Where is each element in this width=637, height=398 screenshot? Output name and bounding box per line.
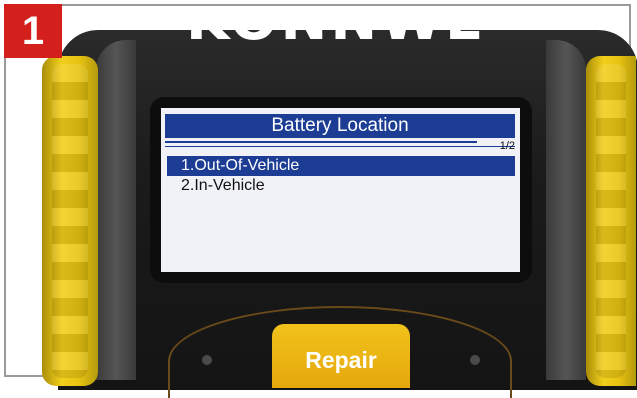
menu-item-in-vehicle[interactable]: 2.In-Vehicle — [167, 176, 515, 196]
menu-item-out-of-vehicle[interactable]: 1.Out-Of-Vehicle — [167, 156, 515, 176]
repair-button[interactable]: Repair — [272, 324, 410, 388]
title-divider — [165, 141, 477, 143]
page-indicator: 1/2 — [499, 140, 515, 152]
left-rubber-grip — [42, 56, 98, 386]
device-screen: Battery Location 1/2 1.Out-Of-Vehicle 2.… — [161, 108, 520, 272]
screen-title: Battery Location — [165, 114, 515, 138]
brand-logo: KONNWEI — [186, 14, 486, 48]
step-number-badge: 1 — [4, 4, 62, 58]
right-rubber-grip — [586, 56, 636, 386]
right-bezel — [546, 40, 586, 380]
right-indicator-dot — [470, 355, 480, 365]
left-bezel — [96, 40, 136, 380]
left-indicator-dot — [202, 355, 212, 365]
title-divider-lower — [165, 146, 515, 147]
